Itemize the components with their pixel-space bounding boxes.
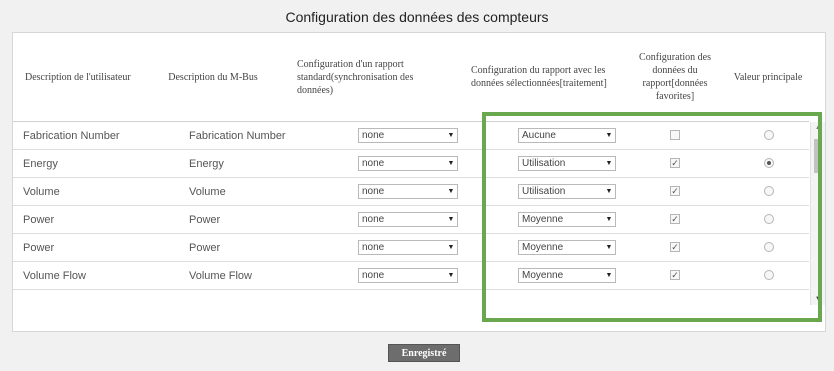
chevron-down-icon: ▼ [447, 132, 455, 139]
standard-report-value: none [362, 270, 385, 281]
highlight-frame [482, 112, 822, 322]
chevron-down-icon: ▼ [447, 188, 455, 195]
standard-report-value: none [362, 242, 385, 253]
standard-report-value: none [362, 130, 385, 141]
standard-report-select[interactable]: none ▼ [358, 268, 458, 283]
mbus-description-cell: Volume [189, 185, 226, 198]
standard-report-select[interactable]: none ▼ [358, 184, 458, 199]
user-description-cell: Power [23, 241, 55, 254]
standard-report-select[interactable]: none ▼ [358, 240, 458, 255]
chevron-down-icon: ▼ [447, 216, 455, 223]
table-header: Description de l'utilisateur Description… [13, 33, 825, 121]
user-description-cell: Volume [23, 185, 60, 198]
mbus-description-cell: Power [189, 213, 221, 226]
standard-report-value: none [362, 214, 385, 225]
standard-report-value: none [362, 186, 385, 197]
user-description-cell: Energy [23, 157, 58, 170]
standard-report-select[interactable]: none ▼ [358, 128, 458, 143]
header-processing-report: Configuration du rapport avec les donnée… [471, 65, 607, 89]
chevron-down-icon: ▼ [447, 272, 455, 279]
header-user-description: Description de l'utilisateur [25, 71, 131, 83]
user-description-cell: Fabrication Number [23, 129, 120, 142]
user-description-cell: Volume Flow [23, 269, 86, 282]
standard-report-select[interactable]: none ▼ [358, 212, 458, 227]
chevron-down-icon: ▼ [447, 244, 455, 251]
mbus-description-cell: Energy [189, 157, 224, 170]
page-title: Configuration des données des compteurs [285, 9, 549, 25]
standard-report-value: none [362, 158, 385, 169]
user-description-cell: Power [23, 213, 55, 226]
header-main-value: Valeur principale [733, 71, 803, 83]
header-favorite-data: Configuration des données du rapport[don… [639, 52, 711, 102]
standard-report-select[interactable]: none ▼ [358, 156, 458, 171]
mbus-description-cell: Fabrication Number [189, 129, 286, 142]
header-standard-report: Configuration d'un rapport standard(sync… [297, 58, 414, 96]
save-button[interactable]: Enregistré [388, 344, 460, 362]
header-mbus-description: Description du M-Bus [168, 71, 258, 83]
chevron-down-icon: ▼ [447, 160, 455, 167]
mbus-description-cell: Volume Flow [189, 269, 252, 282]
mbus-description-cell: Power [189, 241, 221, 254]
